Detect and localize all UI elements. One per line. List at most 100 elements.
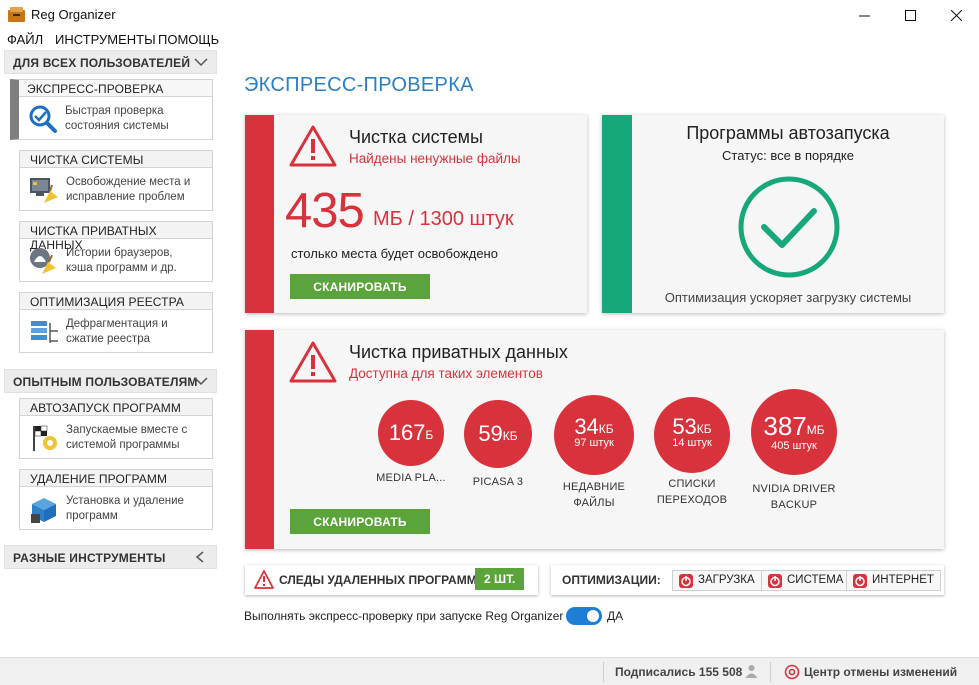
subscribers-count[interactable]: Подписались 155 508 [615, 665, 742, 679]
tool-title: ЧИСТКА ПРИВАТНЫХ ДАННЫХ [20, 222, 212, 252]
tool-desc-line1: Установка и удаление [66, 495, 184, 507]
user-icon [745, 665, 758, 678]
chevron-down-icon [194, 377, 208, 386]
item-unit: Б [425, 428, 434, 442]
private-data-title: Чистка приватных данных [349, 342, 568, 362]
traces-box[interactable]: СЛЕДЫ УДАЛЕННЫХ ПРОГРАММ 2 ШТ. [245, 565, 538, 595]
system-clean-amount: 435 [285, 184, 365, 238]
autostart-note: Оптимизация ускоряет загрузку системы [664, 290, 912, 305]
item-label-line1: NVIDIA DRIVER [752, 483, 836, 495]
toggle-knob [587, 610, 599, 622]
private-item-label: NVIDIA DRIVER BACKUP [749, 481, 839, 513]
status-separator [603, 662, 604, 682]
warning-icon [289, 341, 337, 383]
item-label-line1: MEDIA PLA... [376, 472, 446, 484]
status-bar: Подписались 155 508 Центр отмены изменен… [0, 657, 979, 685]
privacy-broom-icon [30, 248, 56, 274]
section-label: РАЗНЫЕ ИНСТРУМЕНТЫ [13, 551, 166, 565]
item-label-line2: ФАЙЛЫ [573, 497, 615, 509]
undo-center-link[interactable]: Центр отмены изменений [804, 665, 957, 679]
item-value: 387 [763, 411, 807, 441]
tool-autostart[interactable]: АВТОЗАПУСК ПРОГРАММ Запускаемые вместе с… [19, 398, 213, 459]
section-label: ОПЫТНЫМ ПОЛЬЗОВАТЕЛЯМ [13, 375, 198, 389]
power-icon [679, 574, 693, 588]
private-item-label: PICASA 3 [453, 474, 543, 490]
registry-icon [31, 321, 58, 343]
tool-desc-line1: Освобождение места и [66, 176, 191, 188]
minimize-button[interactable] [841, 0, 887, 30]
autostart-status: Статус: все в порядке [722, 148, 854, 163]
tool-desc-line1: Запускаемые вместе с [66, 424, 188, 436]
close-icon [950, 9, 962, 21]
menu-help[interactable]: ПОМОЩЬ [158, 32, 219, 47]
private-item-circle[interactable]: 387МБ 405 штук [751, 389, 837, 475]
card-accent-strip [245, 330, 274, 549]
tool-registry-optimization[interactable]: ОПТИМИЗАЦИЯ РЕЕСТРА Дефрагментация и сжат… [19, 292, 213, 353]
maximize-icon [904, 9, 916, 21]
private-item-circle[interactable]: 167Б [378, 400, 444, 466]
optimize-system-button[interactable]: СИСТЕМА [761, 570, 851, 591]
section-misc-tools[interactable]: РАЗНЫЕ ИНСТРУМЕНТЫ [4, 545, 217, 569]
magnifier-check-icon [29, 105, 57, 133]
tool-desc-line1: Быстрая проверка [65, 105, 164, 117]
traces-count-badge[interactable]: 2 ШТ. [475, 568, 525, 590]
tool-express-check[interactable]: ЭКСПРЕСС-ПРОВЕРКА Быстрая проверка состоя… [10, 79, 213, 140]
optimizations-label: ОПТИМИЗАЦИИ: [562, 573, 661, 587]
tool-title: ЭКСПРЕСС-ПРОВЕРКА [19, 80, 212, 97]
section-all-users[interactable]: ДЛЯ ВСЕХ ПОЛЬЗОВАТЕЛЕЙ [4, 50, 217, 74]
item-value: 59 [478, 421, 503, 446]
item-unit: КБ [696, 422, 712, 436]
minimize-icon [858, 15, 870, 16]
private-data-scan-button[interactable]: СКАНИРОВАТЬ [290, 509, 430, 534]
maximize-button[interactable] [887, 0, 933, 30]
system-clean-subtitle: Найдены ненужные файлы [349, 151, 521, 166]
power-icon [768, 574, 782, 588]
optimize-boot-button[interactable]: ЗАГРУЗКА [672, 570, 762, 591]
menu-file[interactable]: ФАЙЛ [7, 32, 43, 47]
window-title: Reg Organizer [31, 7, 116, 22]
tool-title: ЧИСТКА СИСТЕМЫ [20, 151, 212, 168]
private-item-circle[interactable]: 34КБ 97 штук [554, 395, 634, 475]
item-value: 167 [388, 420, 426, 445]
tool-private-data[interactable]: ЧИСТКА ПРИВАТНЫХ ДАННЫХ Истории браузеро… [19, 221, 213, 282]
card-accent-strip [245, 115, 274, 313]
tool-title: УДАЛЕНИЕ ПРОГРАММ [20, 470, 212, 487]
menu-tools[interactable]: ИНСТРУМЕНТЫ [55, 32, 156, 47]
tool-desc-line1: Истории браузеров, [66, 247, 173, 259]
broom-screen-icon [30, 178, 58, 203]
item-label-line2: ПЕРЕХОДОВ [656, 494, 728, 506]
private-item-circle[interactable]: 59КБ [464, 400, 532, 468]
reg-organizer-logo-icon [8, 7, 25, 22]
optimizations-box: ОПТИМИЗАЦИИ: ЗАГРУЗКА СИСТЕМА ИНТЕРНЕТ [551, 565, 944, 595]
private-item-label: MEDIA PLA... [366, 470, 456, 486]
tool-desc-line2: программ [66, 510, 118, 522]
tool-desc-line2: системой программы [66, 439, 180, 451]
warning-icon [289, 125, 337, 167]
tool-system-clean[interactable]: ЧИСТКА СИСТЕМЫ Освобождение места и испра… [19, 150, 213, 211]
private-item-label: СПИСКИ ПЕРЕХОДОВ [647, 476, 737, 508]
checkmark-circle-icon [738, 176, 840, 278]
warning-icon [254, 570, 274, 589]
item-unit: МБ [806, 423, 825, 437]
item-count: 14 штук [672, 437, 712, 449]
system-clean-scan-button[interactable]: СКАНИРОВАТЬ [290, 274, 430, 299]
tool-desc-line1: Дефрагментация и [66, 318, 168, 330]
private-item-label: НЕДАВНИЕ ФАЙЛЫ [549, 479, 639, 511]
autocheck-value: ДА [607, 609, 624, 623]
section-label: ДЛЯ ВСЕХ ПОЛЬЗОВАТЕЛЕЙ [13, 56, 191, 70]
system-clean-title: Чистка системы [349, 127, 483, 147]
item-label-line1: СПИСКИ [668, 478, 716, 490]
system-clean-hint: столько места будет освобождено [291, 246, 498, 261]
tool-desc-line2: кэша программ и др. [66, 262, 177, 274]
optimize-label: СИСТЕМА [787, 574, 844, 586]
autocheck-label: Выполнять экспресс-проверку при запуске … [244, 609, 564, 623]
private-item-circle[interactable]: 53КБ 14 штук [654, 397, 730, 473]
startup-flag-icon [33, 425, 57, 451]
item-label-line1: НЕДАВНИЕ [562, 481, 626, 493]
section-advanced-users[interactable]: ОПЫТНЫМ ПОЛЬЗОВАТЕЛЯМ [4, 369, 217, 393]
close-button[interactable] [933, 0, 979, 30]
menu-bar: ФАЙЛ ИНСТРУМЕНТЫ ПОМОЩЬ [0, 30, 979, 49]
tool-uninstall[interactable]: УДАЛЕНИЕ ПРОГРАММ Установка и удаление пр… [19, 469, 213, 530]
autocheck-toggle[interactable] [566, 607, 602, 625]
optimize-internet-button[interactable]: ИНТЕРНЕТ [846, 570, 941, 591]
